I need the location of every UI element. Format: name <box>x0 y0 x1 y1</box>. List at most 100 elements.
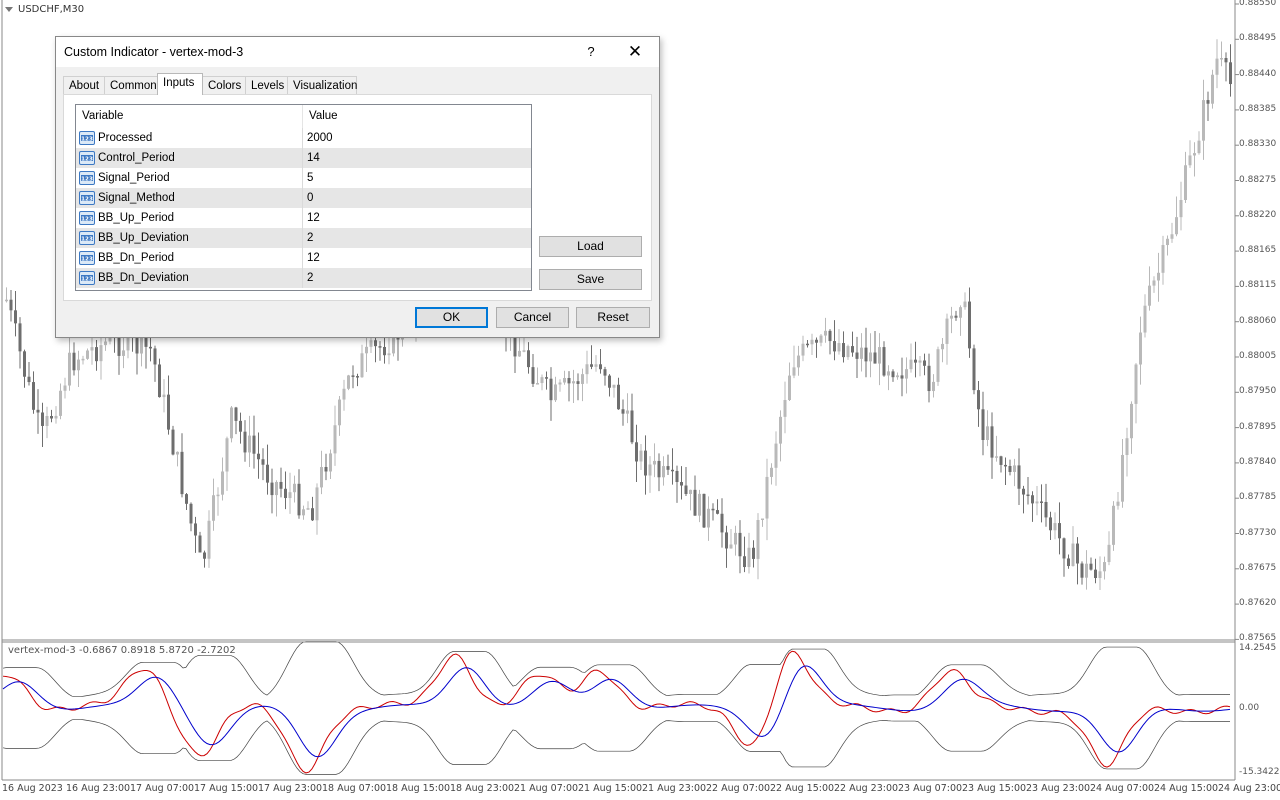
help-button[interactable]: ? <box>576 41 606 63</box>
table-row[interactable]: 123 Signal_Method 0 <box>76 188 531 208</box>
candle-body <box>1004 464 1007 467</box>
table-row[interactable]: 123 BB_Dn_Deviation 2 <box>76 268 531 288</box>
candle-body <box>698 493 701 516</box>
candle-body <box>275 481 278 496</box>
candle-body <box>833 341 836 352</box>
tab-about[interactable]: About <box>63 76 105 94</box>
save-button[interactable]: Save <box>539 269 642 290</box>
dialog-titlebar[interactable]: Custom Indicator - vertex-mod-3 ? ✕ <box>56 37 659 67</box>
variable-value[interactable]: 2000 <box>307 128 333 148</box>
column-header-variable[interactable]: Variable <box>76 105 302 128</box>
candle-body <box>185 494 188 504</box>
candle-body <box>1080 563 1084 578</box>
variable-value[interactable]: 12 <box>307 208 320 228</box>
candle-body <box>644 450 647 476</box>
candle-body <box>1085 563 1088 578</box>
candle-body <box>239 420 242 432</box>
candle-body <box>252 435 256 454</box>
table-row[interactable]: 123 Signal_Period 5 <box>76 168 531 188</box>
column-header-value[interactable]: Value <box>303 105 531 128</box>
candle-body <box>684 485 688 494</box>
candle-body <box>540 377 544 384</box>
tab-levels[interactable]: Levels <box>245 76 288 94</box>
svg-text:123: 123 <box>81 196 93 202</box>
candle-body <box>1071 543 1075 567</box>
candle-body <box>203 552 206 559</box>
table-row[interactable]: 123 BB_Dn_Period 12 <box>76 248 531 268</box>
table-row[interactable]: 123 Control_Period 14 <box>76 148 531 168</box>
candle-body <box>342 388 346 400</box>
candle-body <box>756 519 760 559</box>
candle-body <box>189 503 193 524</box>
reset-button[interactable]: Reset <box>576 307 650 328</box>
time-scale-label: 17 Aug 15:00 <box>194 783 259 794</box>
svg-text:123: 123 <box>81 276 93 282</box>
ok-button[interactable]: OK <box>415 307 488 328</box>
vertex-indicator-lines <box>2 641 1231 775</box>
cell-divider <box>302 168 303 188</box>
candle-body <box>279 481 283 489</box>
custom-indicator-dialog: Custom Indicator - vertex-mod-3 ? ✕ Abou… <box>55 36 660 338</box>
candle-body <box>878 347 881 364</box>
candle-body <box>1125 438 1129 455</box>
variable-name: BB_Up_Deviation <box>98 232 189 244</box>
numeric-123-icon: 123 <box>79 231 95 245</box>
candle-body <box>1116 501 1120 506</box>
tab-inputs[interactable]: Inputs <box>157 73 203 95</box>
candle-body <box>32 382 35 410</box>
candle-body <box>819 335 823 343</box>
tab-colors[interactable]: Colors <box>202 76 246 94</box>
price-scale-label: 0.88220 <box>1239 209 1277 220</box>
candle-body <box>635 442 638 462</box>
candle-body <box>603 369 607 376</box>
price-scale-label: 0.88440 <box>1239 68 1277 79</box>
time-scale-label: 24 Aug 23:00 <box>1218 783 1280 794</box>
variable-value[interactable]: 2 <box>307 268 313 288</box>
table-row[interactable]: 123 BB_Up_Deviation 2 <box>76 228 531 248</box>
candle-body <box>779 416 782 444</box>
table-row[interactable]: 123 BB_Up_Period 12 <box>76 208 531 228</box>
candle-body <box>95 347 98 362</box>
candle-body <box>248 435 251 453</box>
price-scale-label: 0.87620 <box>1239 598 1277 609</box>
candle-body <box>176 451 179 455</box>
candle-body <box>54 415 58 419</box>
candle-body <box>720 513 724 533</box>
candle-body <box>1058 523 1061 539</box>
cell-divider <box>302 148 303 168</box>
variable-value[interactable]: 12 <box>307 248 320 268</box>
symbol-dropdown-icon[interactable] <box>5 7 13 12</box>
candle-body <box>1179 199 1183 218</box>
variable-value[interactable]: 5 <box>307 168 313 188</box>
close-icon[interactable]: ✕ <box>619 41 651 63</box>
candle-body <box>585 364 589 375</box>
table-row[interactable]: 123 Processed 2000 <box>76 128 531 148</box>
candle-body <box>761 518 764 520</box>
tab-common[interactable]: Common <box>104 76 158 94</box>
load-button[interactable]: Load <box>539 236 642 257</box>
variable-value[interactable]: 0 <box>307 188 313 208</box>
numeric-123-icon: 123 <box>79 171 95 185</box>
candle-body <box>1049 517 1052 531</box>
candle-body <box>572 381 575 384</box>
tab-visualization[interactable]: Visualization <box>287 76 357 94</box>
candle-body <box>369 340 373 347</box>
inputs-grid: Variable Value 123 Processed 2000 123 Contro… <box>75 104 532 291</box>
candle-body <box>621 409 625 414</box>
numeric-123-icon: 123 <box>79 191 95 205</box>
candle-body <box>918 360 922 363</box>
time-scale-label: 18 Aug 23:00 <box>450 783 515 794</box>
candle-body <box>167 394 170 430</box>
candle-body <box>1229 62 1232 85</box>
candle-body <box>225 438 229 472</box>
candle-body <box>90 347 94 351</box>
cancel-button[interactable]: Cancel <box>496 307 569 328</box>
variable-value[interactable]: 14 <box>307 148 320 168</box>
candle-body <box>1067 558 1070 567</box>
candle-body <box>293 483 296 493</box>
price-scale-label: 0.88165 <box>1239 245 1277 256</box>
candle-body <box>810 339 814 345</box>
variable-value[interactable]: 2 <box>307 228 313 248</box>
candle-body <box>63 385 67 391</box>
candle-body <box>261 459 265 465</box>
